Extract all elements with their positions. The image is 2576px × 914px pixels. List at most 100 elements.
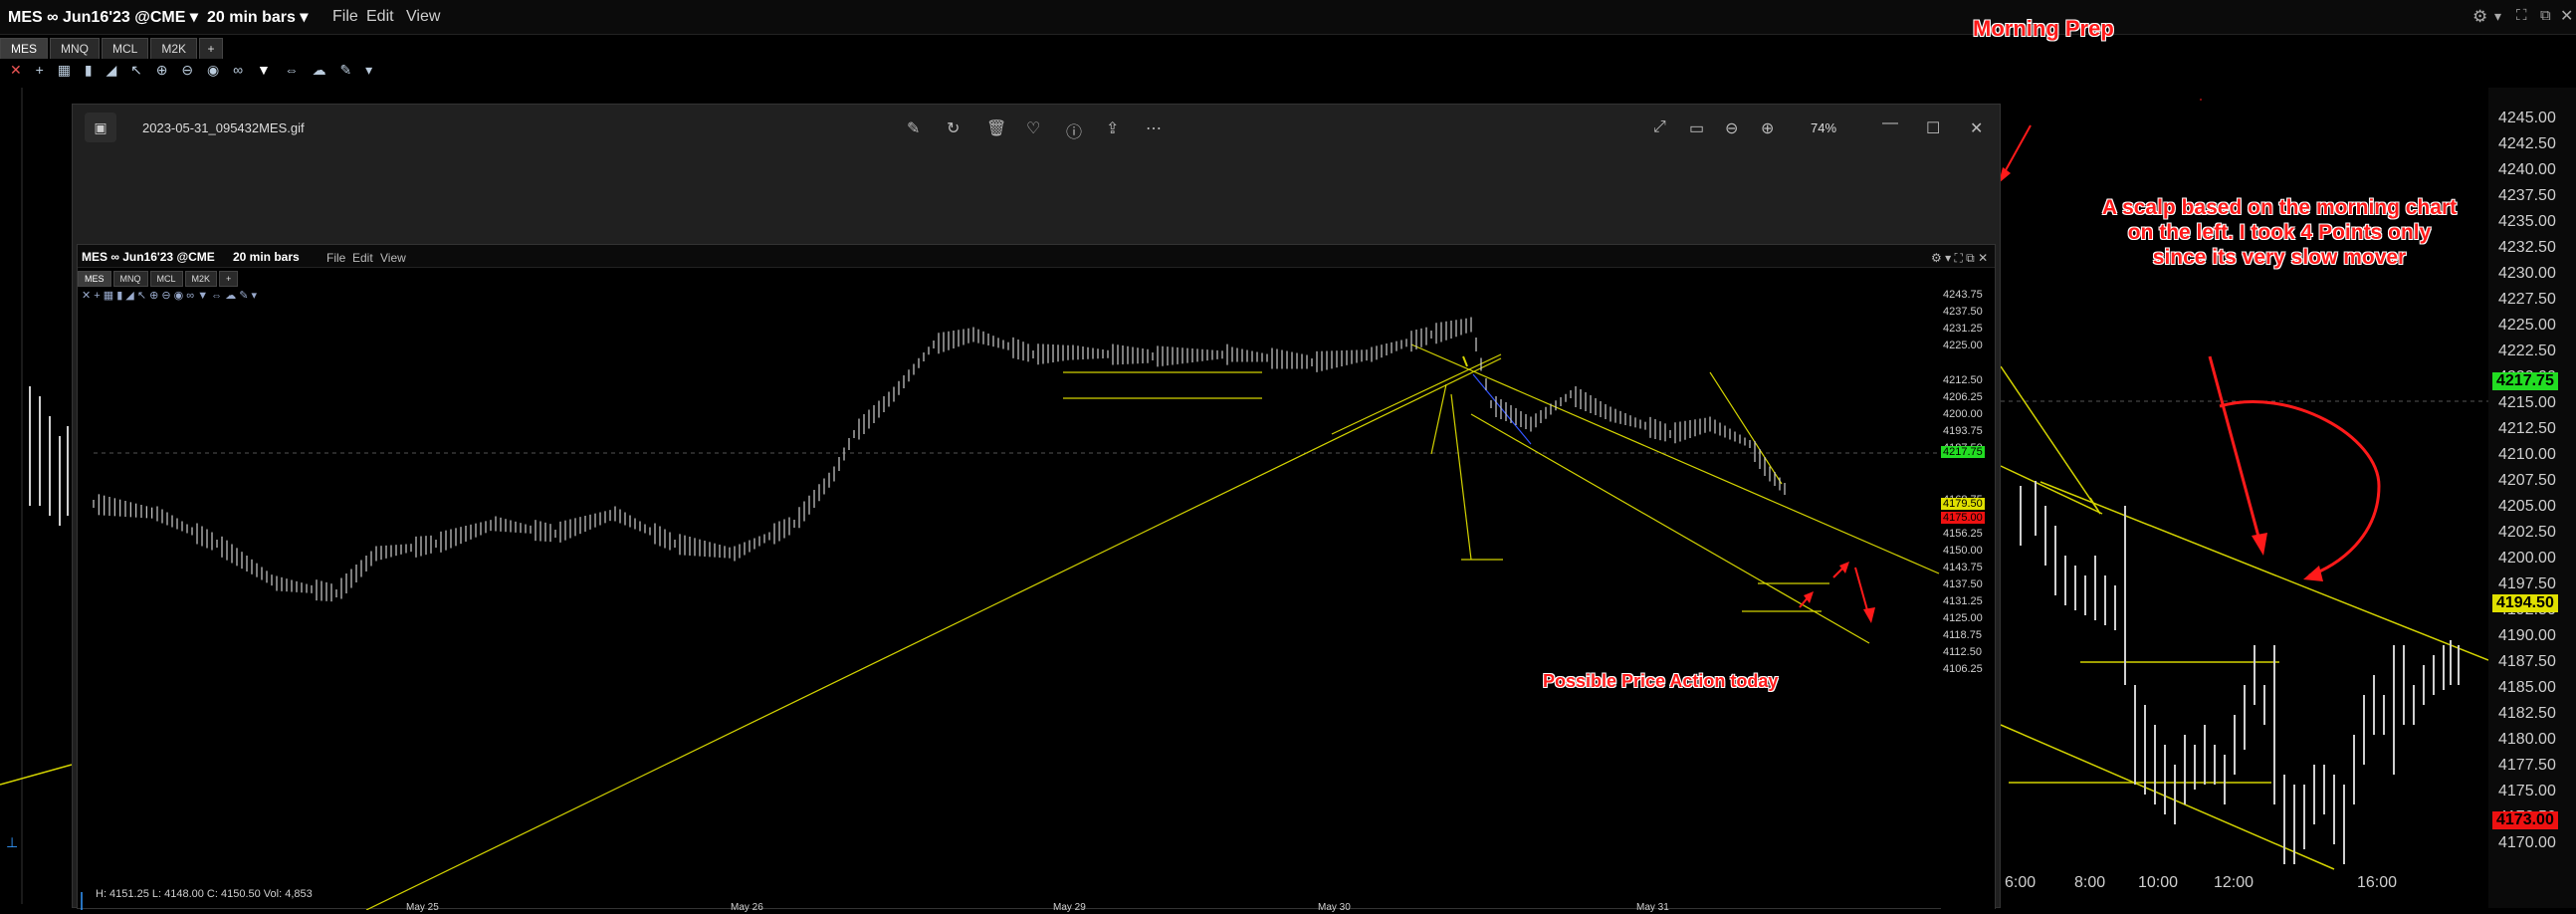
- price-tick-label: 4232.50: [2498, 239, 2556, 256]
- tab-mcl[interactable]: MCL: [102, 38, 149, 59]
- tab-m2k[interactable]: M2K: [150, 38, 198, 59]
- arrows-icon[interactable]: ⇔: [285, 62, 299, 78]
- price-tick-label: 4175.00: [2498, 783, 2556, 800]
- tab-add[interactable]: +: [199, 38, 224, 59]
- zoom-out-icon[interactable]: ⊖: [181, 62, 193, 79]
- inner-price-tick-label: 4118.75: [1943, 629, 1982, 641]
- inner-price-tick-label: 4150.00: [1943, 545, 1983, 557]
- zoom-in-icon[interactable]: ⊕: [1761, 118, 1774, 138]
- menu-view[interactable]: View: [406, 8, 440, 26]
- edit-image-icon[interactable]: ✎: [907, 118, 920, 138]
- link-icon[interactable]: ∞: [233, 62, 243, 78]
- price-tick-label: 4227.50: [2498, 291, 2556, 308]
- bar-chart-icon[interactable]: ▮: [85, 62, 93, 79]
- detach-icon[interactable]: ⧉: [2540, 7, 2551, 24]
- toolbar-menu-icon[interactable]: ▾: [365, 62, 372, 79]
- inner-price-tick-label: 4193.75: [1943, 425, 1983, 437]
- morning-prep-label: Morning Prep: [1973, 16, 2114, 41]
- close-icon[interactable]: ✕: [1970, 118, 1983, 138]
- draw-triangle-icon[interactable]: ▼: [257, 62, 271, 78]
- inner-time-axis: May 25 May 26 May 29 May 30 May 31: [406, 902, 1669, 913]
- price-tick-label: 4210.00: [2498, 446, 2556, 463]
- zoom-out-icon[interactable]: ⊖: [1725, 118, 1738, 138]
- price-tick-label: 4242.50: [2498, 135, 2556, 152]
- price-tick-label: 4182.50: [2498, 705, 2556, 722]
- maximize-icon[interactable]: ☐: [1926, 118, 1940, 138]
- embedded-chart: MES ∞ Jun16'23 @CME 20 min bars File Edi…: [77, 244, 1996, 913]
- main-price-axis: 4245.00 4242.50 4240.00 4237.50 4235.00 4232.…: [2488, 88, 2576, 908]
- price-tick-label: 4187.50: [2498, 653, 2556, 670]
- symbol-tabs: MES MNQ MCL M2K +: [0, 38, 225, 60]
- circle-arrow: [2219, 400, 2381, 577]
- trash-icon[interactable]: 🗑: [986, 118, 1006, 138]
- inner-price-tick-label: 4200.00: [1943, 408, 1983, 420]
- scroll-marker-icon[interactable]: ⊥: [6, 834, 18, 851]
- inner-price-tick-label: 4106.25: [1943, 663, 1983, 675]
- wrench-icon[interactable]: ✎: [340, 62, 352, 79]
- drawing-toolbar: ✕ + ▦ ▮ ◢ ↖ ⊕ ⊖ ◉ ∞ ▼ ⇔ ☁ ✎ ▾: [0, 62, 372, 86]
- gear-icon[interactable]: ⚙: [2472, 7, 2487, 27]
- inner-price-tick-label: 4112.50: [1943, 646, 1982, 658]
- price-tick-label: 4197.50: [2498, 575, 2556, 592]
- chevron-down-icon[interactable]: ▾: [2494, 8, 2501, 25]
- ohlc-readout: H: 4151.25 L: 4148.00 C: 4150.50 Vol: 4,…: [96, 888, 313, 900]
- inner-price-tick-label: 4225.00: [1943, 340, 1983, 351]
- crosshair-icon[interactable]: +: [36, 62, 44, 78]
- minimize-icon[interactable]: —: [1882, 114, 1898, 132]
- tab-mes[interactable]: MES: [0, 38, 49, 59]
- menu-file[interactable]: File: [332, 8, 358, 26]
- price-tick-label: 4240.00: [2498, 161, 2556, 178]
- viewer-filename: 2023-05-31_095432MES.gif: [142, 120, 305, 135]
- scalp-note: A scalp based on the morning chart on th…: [2101, 196, 2458, 269]
- grid-icon[interactable]: ▦: [58, 62, 71, 79]
- arrow-line: [2000, 365, 2101, 515]
- price-tick-label: 4225.00: [2498, 317, 2556, 334]
- possible-price-action-label: Possible Price Action today: [1543, 671, 1779, 691]
- pointer-icon[interactable]: ↖: [130, 62, 142, 79]
- price-tick-label: 4237.50: [2498, 187, 2556, 204]
- symbol-selector[interactable]: MES ∞ Jun16'23 @CME ▾: [8, 7, 198, 27]
- price-tick-label: 4180.00: [2498, 731, 2556, 748]
- inner-price-tick-label: 4206.25: [1943, 391, 1983, 403]
- actual-size-icon[interactable]: ▭: [1689, 118, 1704, 138]
- gallery-icon[interactable]: ▣: [85, 113, 116, 142]
- viewer-header: ▣ 2023-05-31_095432MES.gif ✎ ↻ 🗑 ♡ ⓘ ⇪ ⋯…: [73, 105, 2000, 152]
- inner-red-price-tag: 4175.00: [1941, 512, 1985, 524]
- menu-edit[interactable]: Edit: [366, 8, 394, 26]
- channel-upper-line: [2000, 465, 2103, 515]
- zoom-level[interactable]: 74%: [1811, 120, 1836, 135]
- price-tick-label: 4170.00: [2498, 834, 2556, 851]
- more-icon[interactable]: ⋯: [1146, 118, 1162, 138]
- globe-icon[interactable]: ◉: [207, 62, 219, 79]
- channel-upper-line-2: [2039, 481, 2488, 661]
- price-tick-label: 4200.00: [2498, 550, 2556, 567]
- expand-icon[interactable]: ⛶: [2516, 7, 2527, 24]
- heart-icon[interactable]: ♡: [1026, 118, 1040, 138]
- interval-selector[interactable]: 20 min bars ▾: [207, 7, 308, 27]
- fullscreen-icon[interactable]: ⤢: [1653, 118, 1666, 136]
- image-viewer-window[interactable]: ▣ 2023-05-31_095432MES.gif ✎ ↻ 🗑 ♡ ⓘ ⇪ ⋯…: [72, 104, 2001, 913]
- main-time-axis: 6:00 8:00 10:00 12:00 16:00: [2005, 874, 2398, 891]
- price-tick-label: 4230.00: [2498, 265, 2556, 282]
- price-tick-label: 4215.00: [2498, 394, 2556, 411]
- share-icon[interactable]: ⇪: [1106, 118, 1119, 138]
- inner-price-tick-label: 4231.25: [1943, 323, 1983, 335]
- price-tick-label: 4212.50: [2498, 420, 2556, 437]
- price-tick-label: 4245.00: [2498, 110, 2556, 126]
- tab-mnq[interactable]: MNQ: [50, 38, 101, 59]
- delete-drawings-icon[interactable]: ✕: [10, 62, 22, 79]
- price-tick-label: 4190.00: [2498, 627, 2556, 644]
- price-tick-label: 4185.00: [2498, 679, 2556, 696]
- inner-chart-svg: [81, 317, 1941, 910]
- info-icon[interactable]: ⓘ: [1066, 118, 1082, 142]
- cloud-icon[interactable]: ☁: [313, 62, 326, 79]
- low-price-tag: 4173.00: [2492, 811, 2558, 829]
- last-price-tag: 4217.75: [2492, 372, 2558, 390]
- area-chart-icon[interactable]: ◢: [106, 62, 116, 79]
- rotate-icon[interactable]: ↻: [947, 118, 960, 138]
- close-icon[interactable]: ✕: [2560, 6, 2573, 26]
- zoom-in-icon[interactable]: ⊕: [156, 62, 168, 79]
- price-tick-label: 4207.50: [2498, 472, 2556, 489]
- inner-uptrend-line: [365, 357, 1502, 910]
- price-tick-label: 4222.50: [2498, 343, 2556, 359]
